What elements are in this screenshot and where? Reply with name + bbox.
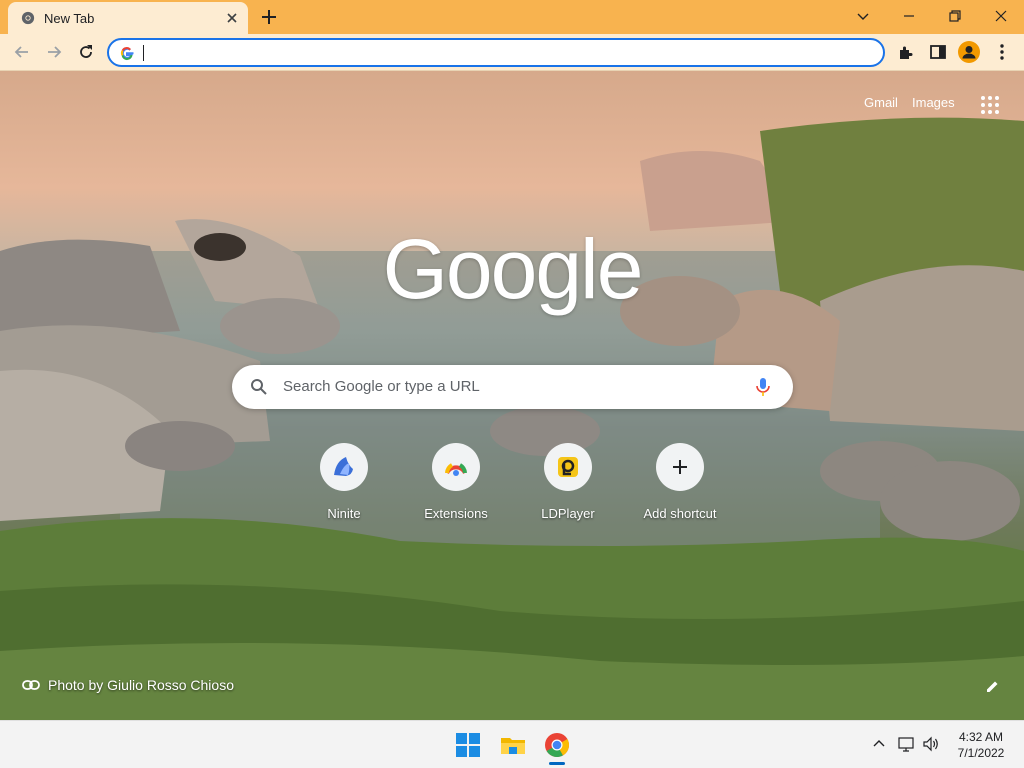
shortcut-label: Add shortcut [643, 506, 717, 521]
taskbar: 4:32 AM 7/1/2022 [0, 720, 1024, 768]
show-hidden-icons-chevron-icon[interactable] [870, 735, 888, 753]
reload-icon[interactable] [76, 42, 96, 62]
network-icon[interactable] [897, 735, 915, 753]
shortcut-label: Extensions [424, 506, 488, 521]
windows-start-icon[interactable] [455, 732, 481, 758]
google-g-icon [120, 47, 134, 61]
shortcut-ninite[interactable]: Ninite [296, 443, 392, 527]
minimize-icon[interactable] [899, 6, 919, 26]
shortcut-tile [656, 443, 704, 491]
forward-arrow-icon[interactable] [44, 42, 64, 62]
tab-title: New Tab [44, 11, 95, 26]
new-tab-page: Gmail Images Google Search Google or typ… [0, 71, 1024, 720]
person-icon [962, 46, 976, 59]
side-panel-icon[interactable] [928, 42, 948, 62]
google-apps-grid-icon[interactable] [980, 95, 1000, 115]
address-input[interactable] [139, 43, 869, 63]
tab-new-tab[interactable]: New Tab [8, 2, 248, 34]
images-link[interactable]: Images [912, 95, 955, 110]
restore-icon[interactable] [945, 6, 965, 26]
shortcut-label: LDPlayer [541, 506, 595, 521]
shortcut-tile [432, 443, 480, 491]
ninite-icon [334, 457, 353, 476]
back-arrow-icon[interactable] [12, 42, 32, 62]
system-clock[interactable]: 4:32 AM 7/1/2022 [948, 729, 1014, 761]
profile-avatar[interactable] [958, 41, 980, 63]
link-icon [22, 680, 40, 690]
shortcut-extensions[interactable]: Extensions [408, 443, 504, 527]
active-app-indicator [549, 762, 565, 765]
photo-credit-text: Photo by Giulio Rosso Chioso [48, 677, 234, 693]
browser-toolbar [0, 34, 1024, 71]
text-caret [143, 45, 144, 61]
customize-pencil-icon[interactable] [984, 679, 1000, 695]
shortcut-ldplayer[interactable]: LDPlayer [520, 443, 616, 527]
chrome-favicon-icon [21, 11, 35, 25]
shortcut-add[interactable]: Add shortcut [632, 443, 728, 527]
tab-strip: New Tab [0, 0, 1024, 34]
shortcut-tile [320, 443, 368, 491]
more-menu-icon[interactable] [992, 42, 1012, 62]
tab-close-icon[interactable] [224, 10, 240, 26]
address-bar[interactable] [107, 38, 885, 67]
chrome-taskbar-icon[interactable] [544, 732, 570, 758]
google-logo: Google [382, 222, 644, 316]
shortcut-label: Ninite [327, 506, 361, 521]
ldplayer-icon [558, 457, 578, 477]
voice-search-mic-icon[interactable] [754, 377, 772, 397]
search-placeholder: Search Google or type a URL [283, 378, 480, 395]
search-icon [251, 379, 267, 395]
shortcut-tile [544, 443, 592, 491]
file-explorer-icon[interactable] [500, 732, 526, 758]
volume-icon[interactable] [922, 735, 940, 753]
search-box[interactable]: Search Google or type a URL [232, 365, 793, 409]
close-window-icon[interactable] [991, 6, 1011, 26]
new-tab-plus-icon[interactable] [260, 8, 278, 26]
clock-date: 7/1/2022 [957, 746, 1005, 760]
tab-search-chevron-icon[interactable] [853, 6, 873, 26]
plus-icon [673, 460, 687, 474]
gmail-link[interactable]: Gmail [864, 95, 898, 110]
chrome-extensions-icon [445, 463, 467, 476]
extensions-puzzle-icon[interactable] [896, 42, 916, 62]
clock-time: 4:32 AM [958, 730, 1004, 744]
